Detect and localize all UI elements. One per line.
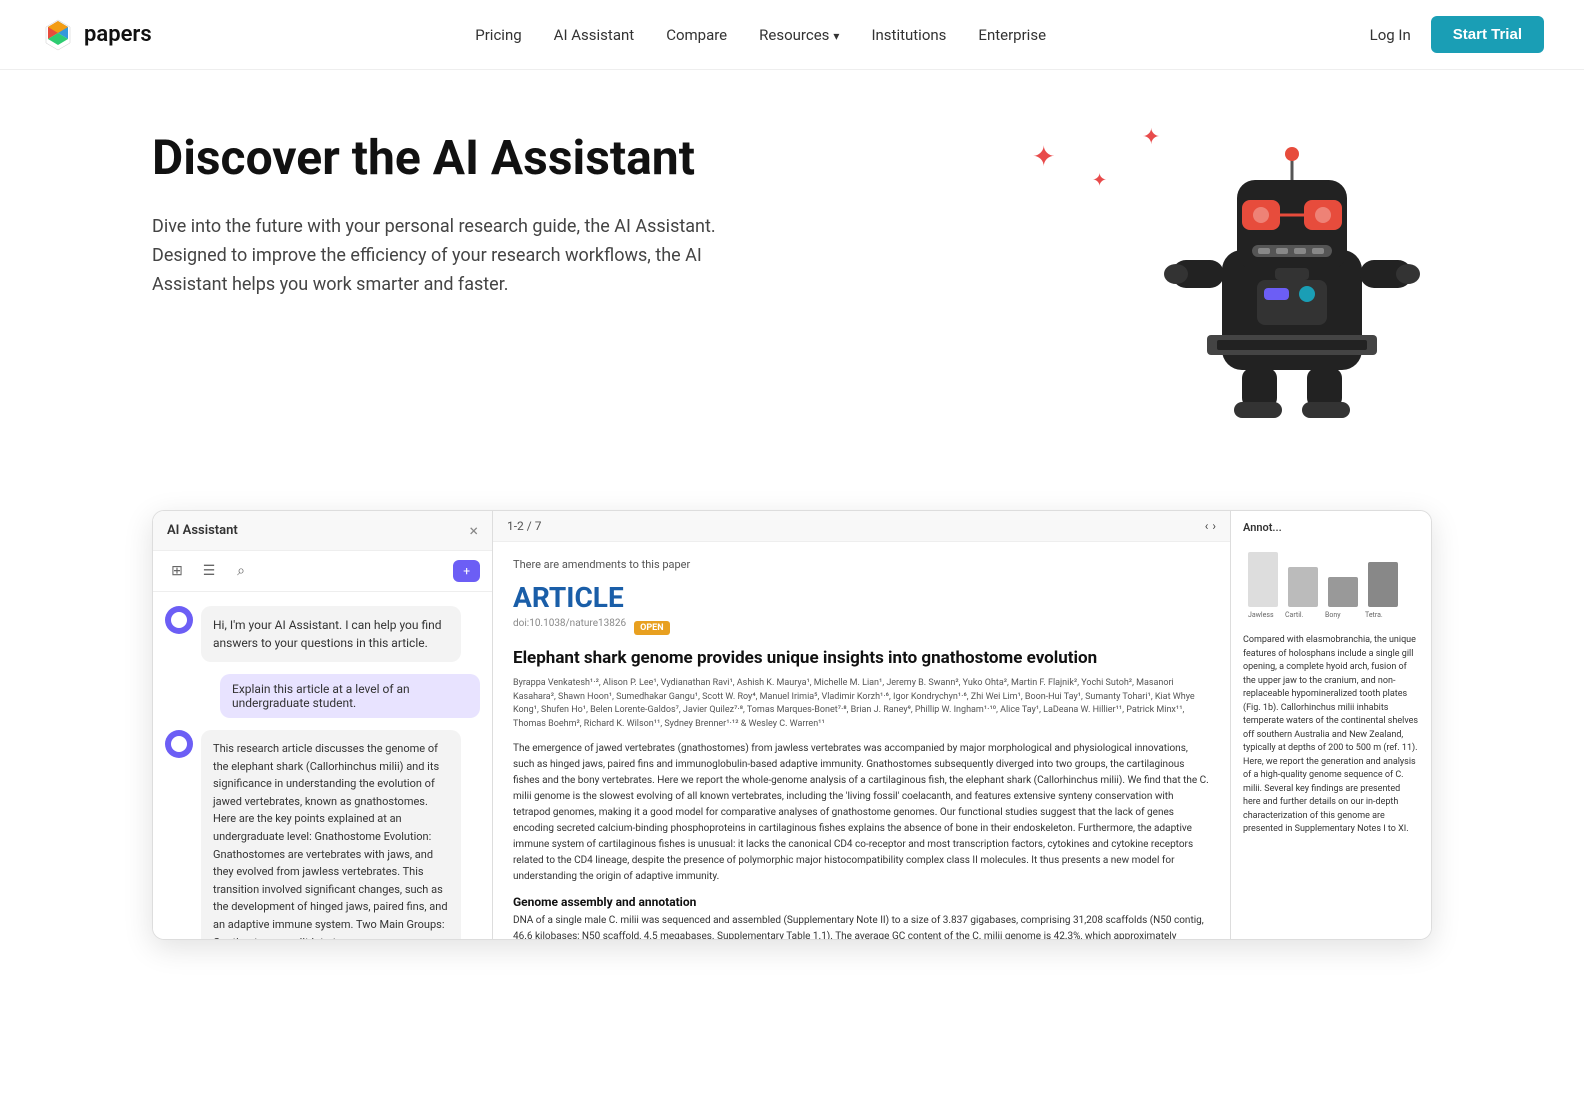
article-genome-section-title: Genome assembly and annotation <box>513 895 1210 909</box>
hero-left: Discover the AI Assistant Dive into the … <box>152 130 772 300</box>
ai-message-2: This research article discusses the geno… <box>165 730 480 939</box>
ai-bubble-2: This research article discusses the geno… <box>201 730 461 939</box>
nav-right: Log In Start Trial <box>1370 16 1544 53</box>
ai-panel-title: AI Assistant <box>167 523 238 538</box>
nav-pricing[interactable]: Pricing <box>475 26 521 44</box>
article-amendment: There are amendments to this paper <box>513 558 1210 571</box>
hero-title: Discover the AI Assistant <box>152 130 772 185</box>
article-content: There are amendments to this paper ARTIC… <box>493 542 1230 939</box>
ai-avatar-2 <box>165 730 193 758</box>
nav-enterprise[interactable]: Enterprise <box>978 26 1046 44</box>
sparkle-icon-1: ✦ <box>1032 140 1055 173</box>
robot-illustration <box>1152 120 1432 424</box>
annotation-text: Compared with elasmobranchia, the unique… <box>1243 634 1419 837</box>
toolbar-list-icon[interactable]: ☰ <box>197 559 221 583</box>
login-link[interactable]: Log In <box>1370 26 1411 44</box>
ai-panel-header: AI Assistant × <box>153 511 492 551</box>
article-prev-arrow[interactable]: ‹ <box>1205 519 1209 533</box>
nav-links: Pricing AI Assistant Compare Resources I… <box>475 26 1046 44</box>
ai-avatar-1 <box>165 606 193 634</box>
user-message-1: Explain this article at a level of an un… <box>165 674 480 718</box>
demo-section: AI Assistant × ⊞ ☰ ⌕ + Hi, I'm your AI A… <box>92 470 1492 940</box>
svg-text:Cartil.: Cartil. <box>1285 611 1304 619</box>
ai-panel-close-button[interactable]: × <box>469 521 478 540</box>
nav-institutions[interactable]: Institutions <box>871 26 946 44</box>
article-type-label: ARTICLE <box>513 581 1210 614</box>
toolbar-grid-icon[interactable]: ⊞ <box>165 559 189 583</box>
article-genome-text: DNA of a single male C. milii was sequen… <box>513 913 1210 939</box>
user-bubble-1: Explain this article at a level of an un… <box>220 674 480 718</box>
navbar: papers Pricing AI Assistant Compare Reso… <box>0 0 1584 70</box>
svg-text:Bony: Bony <box>1325 611 1341 619</box>
article-authors: Byrappa Venkatesh¹·², Alison P. Lee¹, Vy… <box>513 677 1210 731</box>
hero-description: Dive into the future with your personal … <box>152 213 772 299</box>
toolbar-search-icon[interactable]: ⌕ <box>229 559 253 583</box>
article-topbar: 1-2 / 7 ‹ › <box>493 511 1230 542</box>
logo-link[interactable]: papers <box>40 17 152 53</box>
start-trial-button[interactable]: Start Trial <box>1431 16 1544 53</box>
svg-text:Jawless: Jawless <box>1248 611 1274 619</box>
hero-section: Discover the AI Assistant Dive into the … <box>92 70 1492 470</box>
ai-toolbar: ⊞ ☰ ⌕ + <box>153 551 492 592</box>
annotation-panel: Annot... Jawless Cartil. Bony Tetra. Com… <box>1231 511 1431 939</box>
article-page-indicator: 1-2 / 7 <box>507 519 541 533</box>
article-nav-arrows: ‹ › <box>1205 519 1216 533</box>
article-next-arrow[interactable]: › <box>1212 519 1216 533</box>
nav-resources-dropdown[interactable]: Resources <box>759 26 839 44</box>
phylogeny-chart-svg: Jawless Cartil. Bony Tetra. <box>1243 542 1413 622</box>
nav-compare[interactable]: Compare <box>666 26 727 44</box>
logo-text: papers <box>84 22 152 47</box>
article-doi: doi:10.1038/nature13826 <box>513 618 626 629</box>
hero-illustration: ✦ ✦ ✦ <box>972 130 1432 470</box>
logo-icon <box>40 17 76 53</box>
resources-chevron-icon <box>833 26 839 44</box>
toolbar-add-button[interactable]: + <box>453 560 480 582</box>
article-abstract: The emergence of jawed vertebrates (gnat… <box>513 741 1210 885</box>
svg-text:Tetra.: Tetra. <box>1365 611 1383 619</box>
ai-avatar-inner-2 <box>171 736 187 752</box>
article-title: Elephant shark genome provides unique in… <box>513 647 1210 669</box>
ai-message-1: Hi, I'm your AI Assistant. I can help yo… <box>165 606 480 662</box>
ai-panel: AI Assistant × ⊞ ☰ ⌕ + Hi, I'm your AI A… <box>153 511 493 939</box>
nav-ai-assistant[interactable]: AI Assistant <box>554 26 635 44</box>
robot-svg <box>1152 120 1432 420</box>
ai-messages-list: Hi, I'm your AI Assistant. I can help yo… <box>153 592 492 939</box>
ai-avatar-inner <box>171 612 187 628</box>
sparkle-icon-2: ✦ <box>1092 170 1107 191</box>
ai-bubble-1: Hi, I'm your AI Assistant. I can help yo… <box>201 606 461 662</box>
annotation-chart: Jawless Cartil. Bony Tetra. <box>1243 542 1419 626</box>
open-access-badge: OPEN <box>634 621 669 635</box>
demo-window: AI Assistant × ⊞ ☰ ⌕ + Hi, I'm your AI A… <box>152 510 1432 940</box>
article-panel: 1-2 / 7 ‹ › There are amendments to this… <box>493 511 1231 939</box>
annotation-header: Annot... <box>1243 521 1419 534</box>
